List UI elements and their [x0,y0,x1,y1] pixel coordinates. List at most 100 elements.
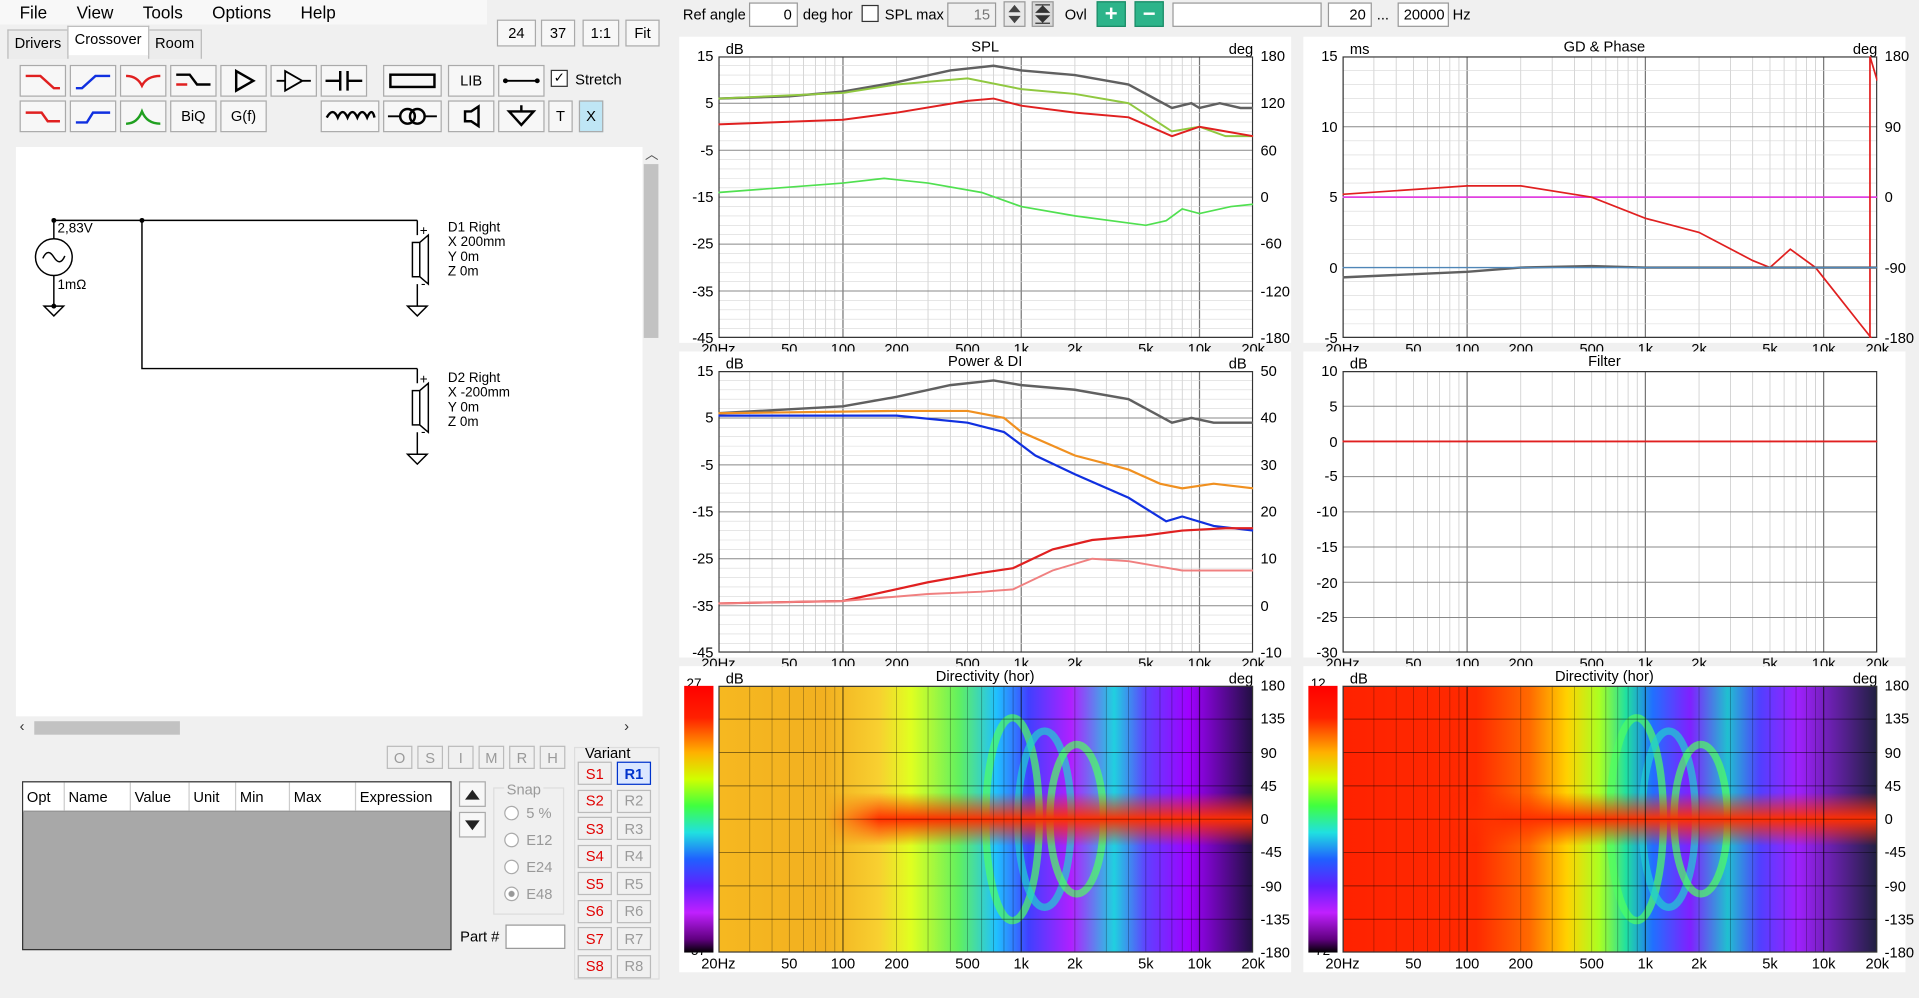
zoom-1-1-button[interactable]: 1:1 [582,19,620,47]
menu-tools[interactable]: Tools [123,2,192,22]
menu-options[interactable]: Options [193,2,281,22]
col-expression[interactable]: Expression [356,782,449,810]
snap-5pct-radio[interactable]: 5 % [504,804,552,822]
variant-s6[interactable]: S6 [577,899,612,923]
highpass2-blue-icon[interactable] [69,100,117,133]
notch-red-icon[interactable] [119,64,167,97]
resistor-icon[interactable] [383,64,442,97]
d1-label[interactable]: D1 Right X 200mm Y 0m Z 0m [448,220,506,279]
opt-button-s[interactable]: S [417,745,444,769]
overlay-name-input[interactable] [1172,2,1322,27]
biquad-button[interactable]: BiQ [170,100,217,133]
vscroll-thumb[interactable] [643,164,659,338]
variant-r3[interactable]: R3 [616,816,652,841]
col-min[interactable]: Min [236,782,291,811]
variant-r4[interactable]: R4 [616,844,652,868]
variant-s3[interactable]: S3 [577,816,612,841]
highpass-blue-icon[interactable] [69,64,117,97]
menu-file[interactable]: File [0,2,57,22]
variant-r8[interactable]: R8 [616,954,652,978]
spl-max-spinner[interactable] [1003,1,1026,27]
dir2-plot[interactable] [1342,685,1878,953]
d1-x: X 200mm [447,235,506,250]
opt-button-o[interactable]: O [386,745,413,769]
opt-button-i[interactable]: I [447,745,474,769]
variant-r2[interactable]: R2 [616,789,652,813]
text-button[interactable]: T [548,100,573,133]
scroll-left-icon[interactable]: ‹ [20,718,25,735]
snap-e24-radio[interactable]: E24 [504,858,552,876]
opt-button-r[interactable]: R [509,745,535,769]
variant-r5[interactable]: R5 [616,871,652,896]
speaker-icon[interactable] [447,100,495,133]
spl-max-input[interactable]: 15 [947,2,997,27]
opt-button-m[interactable]: M [478,745,505,769]
parts-table[interactable]: Opt Name Value Unit Min Max Expression [22,781,452,951]
overlay-add-icon[interactable]: + [1096,1,1126,27]
schematic-canvas[interactable]: 2,83V 1mΩ + - D1 Right X 200mm Y 0m Z 0m… [15,146,643,717]
amplifier-icon[interactable] [220,64,267,97]
ref-angle-input[interactable]: 0 [748,2,798,27]
hscroll-thumb[interactable] [34,721,180,735]
lib-button[interactable]: LIB [447,64,495,97]
snap-e48-radio[interactable]: E48 [504,885,552,902]
gd-plot[interactable] [1342,56,1878,338]
col-max[interactable]: Max [290,782,357,811]
wire-icon[interactable] [498,64,545,97]
buffer-icon[interactable] [270,64,317,97]
spl-max-checkbox[interactable] [861,4,879,23]
variant-r1[interactable]: R1 [616,761,652,785]
variant-s1[interactable]: S1 [577,761,612,785]
scroll-right-icon[interactable]: › [624,718,629,735]
col-value[interactable]: Value [131,782,190,811]
opt-button-h[interactable]: H [539,745,566,769]
filter-plot[interactable] [1342,371,1878,653]
tab-drivers[interactable]: Drivers [7,29,69,59]
ground-icon[interactable] [498,100,545,133]
tab-crossover[interactable]: Crossover [67,25,149,56]
lowpass-red-icon[interactable] [19,64,67,97]
part-number-input[interactable] [505,924,566,949]
move-up-button[interactable] [458,781,486,807]
shelf-icon[interactable] [170,64,217,97]
scroll-up-icon[interactable]: ︿ [645,144,658,164]
snap-e12-radio[interactable]: E12 [504,831,552,849]
variant-s2[interactable]: S2 [577,789,612,813]
variant-r7[interactable]: R7 [616,926,652,951]
variant-r6[interactable]: R6 [616,899,652,923]
col-opt[interactable]: Opt [23,782,65,811]
schematic-vscroll[interactable]: ︿ [642,144,660,717]
col-unit[interactable]: Unit [190,782,237,811]
schematic-hscroll[interactable]: ‹ › [15,718,643,738]
menu-help[interactable]: Help [281,2,346,22]
transformer-icon[interactable] [383,100,442,133]
transfer-function-button[interactable]: G(f) [220,100,267,133]
stretch-checkbox[interactable]: ✓ [550,69,568,87]
lowpass2-red-icon[interactable] [19,100,67,133]
zoom-fit-button[interactable]: Fit [625,19,660,47]
variant-s8[interactable]: S8 [577,954,612,978]
col-name[interactable]: Name [65,782,131,811]
overlay-remove-icon[interactable]: − [1134,1,1164,27]
freq-low-input[interactable]: 20 [1327,2,1372,27]
freq-high-input[interactable]: 20000 [1397,2,1449,27]
zoom-37-button[interactable]: 37 [540,19,576,47]
power-left-tick: -5 [700,456,714,474]
autoscale-icon[interactable] [1031,1,1054,27]
variant-s7[interactable]: S7 [577,926,612,951]
x-button[interactable]: X [578,100,604,133]
tab-room[interactable]: Room [147,29,202,59]
power-plot[interactable] [718,371,1254,653]
freq-unit-label: Hz [1452,6,1471,24]
dir1-plot[interactable] [718,685,1254,953]
menu-view[interactable]: View [57,2,123,22]
move-down-button[interactable] [458,811,486,838]
capacitor-icon[interactable] [320,64,368,97]
variant-s4[interactable]: S4 [577,844,612,868]
bandpass-green-icon[interactable] [119,100,167,133]
spl-plot[interactable] [718,56,1254,338]
zoom-24-button[interactable]: 24 [496,19,537,47]
d2-label[interactable]: D2 Right X -200mm Y 0m Z 0m [448,371,510,430]
variant-s5[interactable]: S5 [577,871,612,896]
inductor-icon[interactable] [320,100,380,133]
